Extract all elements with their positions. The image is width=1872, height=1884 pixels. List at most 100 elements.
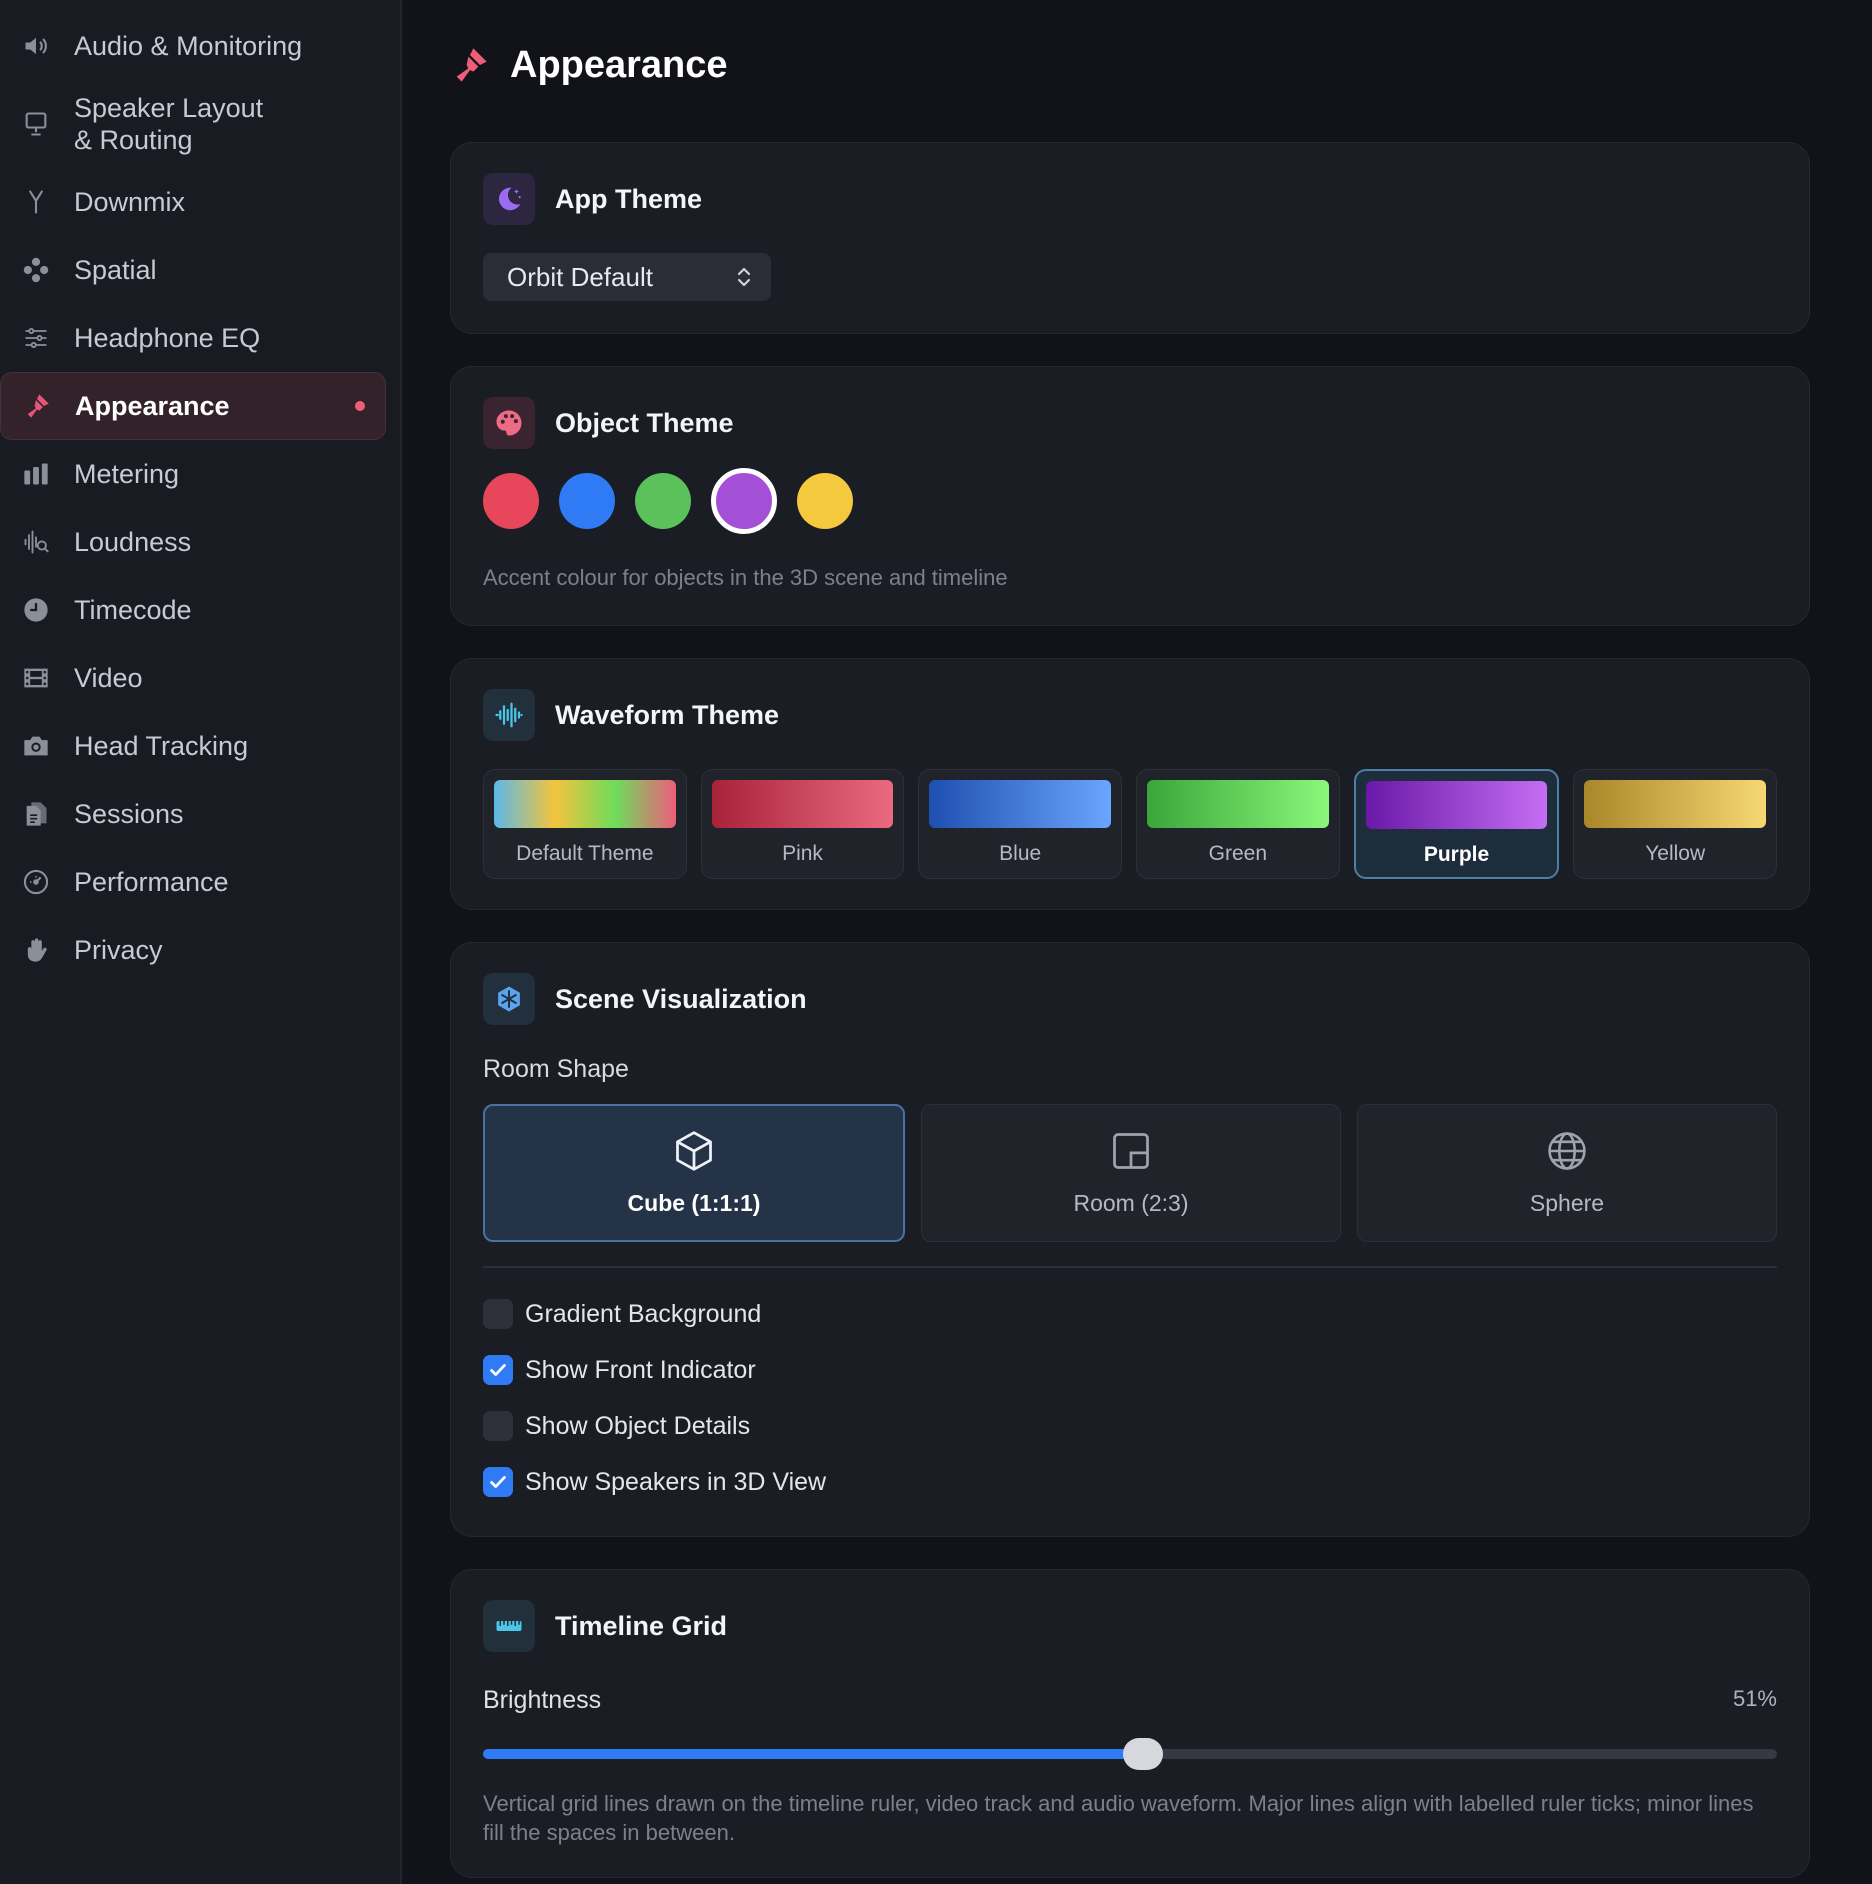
sidebar-item-label: Audio & Monitoring [74, 31, 303, 61]
waveform-option[interactable]: Blue [918, 769, 1123, 879]
object-color-swatch[interactable] [559, 473, 615, 529]
divider [483, 1266, 1777, 1268]
timeline-grid-description: Vertical grid lines drawn on the timelin… [483, 1791, 1754, 1845]
sidebar-item-metering[interactable]: Metering [0, 440, 386, 508]
room-option-cube[interactable]: Cube (1:1:1) [483, 1104, 905, 1242]
checkbox-unchecked[interactable] [483, 1299, 513, 1329]
meter-bars-icon [20, 458, 52, 490]
speaker-icon [20, 30, 52, 62]
sidebar-item-speaker-layout[interactable]: Speaker Layout & Routing [0, 80, 386, 168]
room-option-label: Room (2:3) [1073, 1190, 1189, 1216]
sidebar-item-label: Speaker Layout & Routing [74, 93, 264, 155]
checkbox-checked[interactable] [483, 1467, 513, 1497]
app-theme-title: App Theme [555, 183, 703, 214]
sidebar-item-timecode[interactable]: Timecode [0, 576, 386, 644]
waveform-theme-card: Waveform Theme Default Theme Pink Blue Gree… [450, 658, 1810, 910]
waveform-option-label: Purple [1423, 843, 1490, 866]
scene-visualization-title: Scene Visualization [555, 983, 807, 1014]
hand-icon [20, 934, 52, 966]
documents-icon [20, 798, 52, 830]
object-color-swatch[interactable] [711, 468, 777, 534]
checkbox-label: Show Speakers in 3D View [525, 1467, 827, 1496]
sidebar-item-label: Video [74, 663, 143, 693]
clock-icon [20, 594, 52, 626]
waveform-option[interactable]: Default Theme [483, 769, 687, 879]
brightness-label: Brightness [483, 1686, 602, 1714]
camera-icon [20, 730, 52, 762]
scene-visualization-card: Scene Visualization Room Shape Cube (1:1… [450, 942, 1810, 1537]
room-option-label: Sphere [1529, 1190, 1605, 1216]
sidebar-item-label: Sessions [74, 799, 184, 829]
waveform-option[interactable]: Yellow [1573, 769, 1778, 879]
object-color-swatches [483, 468, 1777, 534]
sidebar-item-privacy[interactable]: Privacy [0, 916, 386, 984]
room-shape-options: Cube (1:1:1) Room (2:3) Sphere [483, 1104, 1777, 1242]
sidebar-item-label: Metering [74, 459, 180, 489]
sidebar-item-label: Head Tracking [74, 731, 249, 761]
moon-stars-icon [483, 173, 535, 225]
waveform-search-icon [20, 526, 52, 558]
waveform-option[interactable]: Green [1136, 769, 1340, 879]
brightness-slider-thumb[interactable] [1122, 1738, 1163, 1770]
spatial-dots-icon [20, 254, 52, 286]
app-theme-select[interactable]: Orbit Default [483, 253, 771, 301]
sidebar-item-audio-monitoring[interactable]: Audio & Monitoring [0, 12, 386, 80]
film-icon [20, 662, 52, 694]
object-theme-hint: Accent colour for objects in the 3D scen… [483, 565, 1008, 590]
checkbox-row[interactable]: Gradient Background [483, 1286, 1777, 1342]
snowflake-icon [483, 973, 535, 1025]
sidebar-item-video[interactable]: Video [0, 644, 386, 712]
sidebar: Audio & Monitoring Speaker Layout & Rout… [0, 0, 402, 1884]
scene-options-list: Gradient Background Show Front Indicator S… [483, 1286, 1777, 1510]
object-color-swatch[interactable] [483, 473, 539, 529]
waveform-option[interactable]: Pink [700, 769, 905, 879]
paintbrush-icon [21, 390, 53, 422]
sidebar-item-downmix[interactable]: Downmix [0, 168, 386, 236]
ruler-icon [483, 1600, 535, 1652]
gauge-icon [20, 866, 52, 898]
sidebar-item-appearance[interactable]: Appearance [0, 372, 386, 440]
sidebar-item-head-tracking[interactable]: Head Tracking [0, 712, 386, 780]
checkbox-row[interactable]: Show Object Details [483, 1398, 1777, 1454]
checkbox-row[interactable]: Show Front Indicator [483, 1342, 1777, 1398]
waveform-theme-options: Default Theme Pink Blue Green Purple Yellow [483, 769, 1778, 879]
room-icon [1109, 1129, 1153, 1178]
sidebar-item-performance[interactable]: Performance [0, 848, 386, 916]
sidebar-item-sessions[interactable]: Sessions [0, 780, 386, 848]
object-color-swatch[interactable] [635, 473, 691, 529]
object-color-swatch[interactable] [797, 473, 853, 529]
checkbox-row[interactable]: Show Speakers in 3D View [483, 1454, 1777, 1510]
checkbox-unchecked[interactable] [483, 1411, 513, 1441]
object-theme-card: Object Theme Accent colour for objects i… [450, 366, 1810, 626]
brightness-slider[interactable] [483, 1738, 1777, 1770]
sidebar-item-label: Appearance [75, 391, 230, 421]
timeline-grid-title: Timeline Grid [555, 1610, 728, 1641]
waveform-option[interactable]: Purple [1353, 769, 1560, 879]
monitor-icon [20, 108, 52, 140]
room-option-label: Cube (1:1:1) [627, 1190, 761, 1216]
sidebar-item-spatial[interactable]: Spatial [0, 236, 386, 304]
waveform-preview [1584, 780, 1767, 828]
page-title: Appearance [510, 43, 728, 86]
timeline-grid-card: Timeline Grid Brightness 51% Vertical gr… [450, 1569, 1810, 1878]
waveform-preview [494, 780, 676, 828]
object-theme-title: Object Theme [555, 407, 734, 438]
main-content: Appearance App Theme Orbit Default Objec… [402, 0, 1872, 1884]
sidebar-item-label: Spatial [74, 255, 157, 285]
waveform-option-label: Yellow [1645, 842, 1706, 865]
paintbrush-icon [450, 45, 490, 85]
sliders-icon [20, 322, 52, 354]
room-option-sphere[interactable]: Sphere [1357, 1104, 1777, 1242]
brightness-value: 51% [1732, 1686, 1777, 1711]
room-option-room[interactable]: Room (2:3) [921, 1104, 1341, 1242]
palette-icon [483, 397, 535, 449]
waveform-theme-title: Waveform Theme [555, 699, 780, 730]
checkbox-checked[interactable] [483, 1355, 513, 1385]
chevron-up-down-icon [735, 264, 753, 290]
sidebar-item-headphone-eq[interactable]: Headphone EQ [0, 304, 386, 372]
sidebar-item-label: Loudness [74, 527, 192, 557]
app-theme-card: App Theme Orbit Default [450, 142, 1810, 334]
waveform-option-label: Blue [999, 842, 1042, 865]
sidebar-item-loudness[interactable]: Loudness [0, 508, 386, 576]
waveform-preview [929, 780, 1112, 828]
